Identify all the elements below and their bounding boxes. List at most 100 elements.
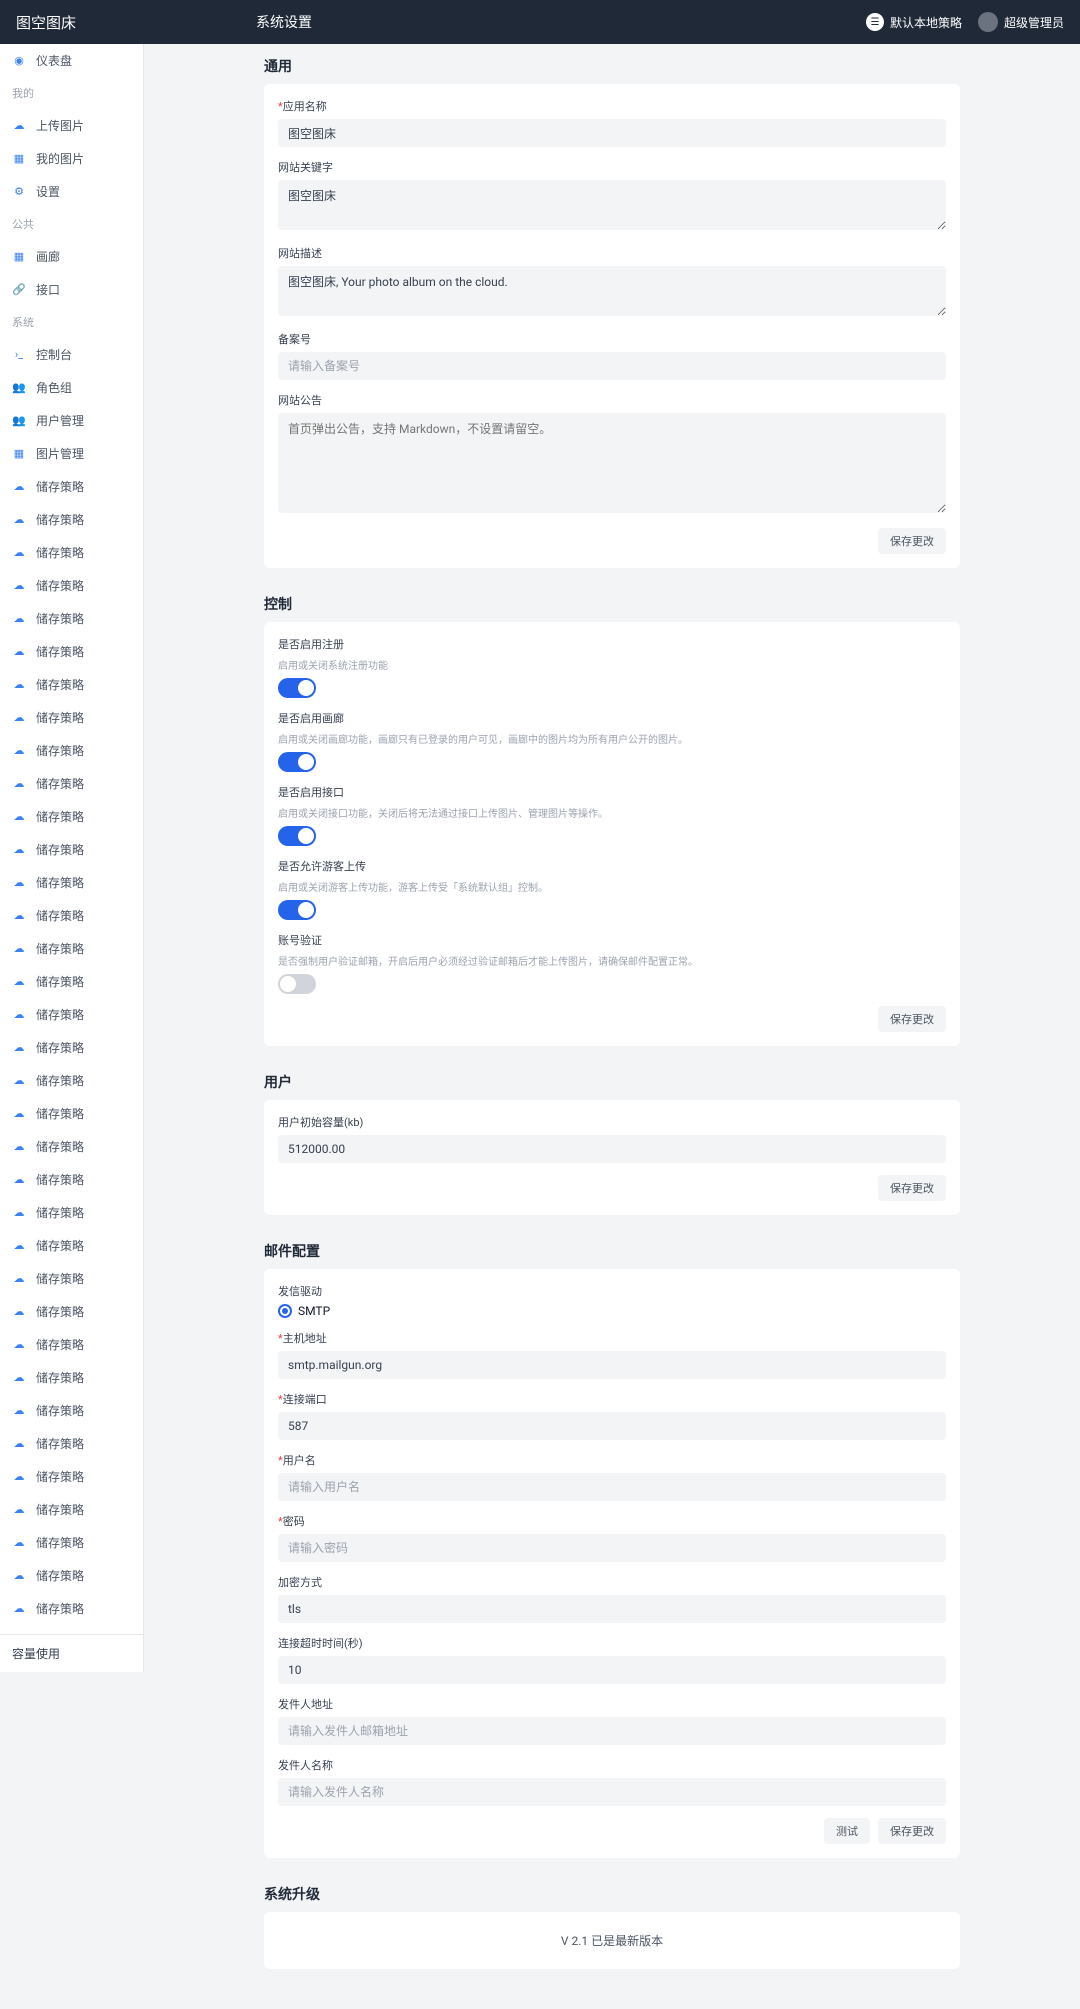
encrypt-input[interactable] [278,1595,946,1623]
gallery-label: 是否启用画廊 [278,710,946,726]
encrypt-label: 加密方式 [278,1574,946,1590]
nav-user-mgmt[interactable]: 👥用户管理 [0,404,143,437]
icp-label: 备案号 [278,331,946,347]
cloud-icon: ☁ [12,1404,26,1418]
from-name-input[interactable] [278,1778,946,1806]
cloud-icon: ☁ [12,1371,26,1385]
nav-storage[interactable]: ☁储存策略 [0,1559,143,1592]
header: 图空图床 系统设置 ☰ 默认本地策略 超级管理员 [0,0,1080,44]
nav-storage[interactable]: ☁储存策略 [0,932,143,965]
keywords-input[interactable]: 图空图床 [278,180,946,230]
nav-storage[interactable]: ☁储存策略 [0,998,143,1031]
keywords-label: 网站关键字 [278,159,946,175]
username-input[interactable] [278,1473,946,1501]
nav-storage[interactable]: ☁储存策略 [0,1163,143,1196]
nav-settings[interactable]: ⚙设置 [0,175,143,208]
nav-storage[interactable]: ☁储存策略 [0,1592,143,1625]
reg-toggle[interactable] [278,678,316,698]
icp-input[interactable] [278,352,946,380]
nav-storage[interactable]: ☁储存策略 [0,833,143,866]
link-icon: 🔗 [12,283,26,297]
nav-storage[interactable]: ☁储存策略 [0,569,143,602]
nav-storage[interactable]: ☁储存策略 [0,1064,143,1097]
nav-roles[interactable]: 👥角色组 [0,371,143,404]
timeout-input[interactable] [278,1656,946,1684]
nav-storage[interactable]: ☁储存策略 [0,1295,143,1328]
desc-label: 网站描述 [278,245,946,261]
from-addr-input[interactable] [278,1717,946,1745]
nav-storage[interactable]: ☁储存策略 [0,965,143,998]
cloud-icon: ☁ [12,1107,26,1121]
user-card: 用户初始容量(kb) 保存更改 [264,1100,960,1215]
port-label: *连接端口 [278,1391,946,1407]
smtp-radio[interactable]: SMTP [278,1304,946,1318]
general-save-button[interactable]: 保存更改 [878,528,946,554]
nav-storage[interactable]: ☁储存策略 [0,800,143,833]
nav-storage[interactable]: ☁储存策略 [0,701,143,734]
strategy-selector[interactable]: ☰ 默认本地策略 [866,13,962,31]
nav-storage[interactable]: ☁储存策略 [0,602,143,635]
mail-save-button[interactable]: 保存更改 [878,1818,946,1844]
nav-storage[interactable]: ☁储存策略 [0,1097,143,1130]
host-input[interactable] [278,1351,946,1379]
nav-storage[interactable]: ☁储存策略 [0,536,143,569]
general-card: *应用名称 网站关键字 图空图床 网站描述 图空图床, Your photo a… [264,84,960,568]
nav-upload[interactable]: ☁上传图片 [0,109,143,142]
cloud-icon: ☁ [12,843,26,857]
nav-storage[interactable]: ☁储存策略 [0,899,143,932]
nav-storage[interactable]: ☁储存策略 [0,1229,143,1262]
notice-label: 网站公告 [278,392,946,408]
nav-storage[interactable]: ☁储存策略 [0,635,143,668]
nav-storage[interactable]: ☁储存策略 [0,1196,143,1229]
desc-input[interactable]: 图空图床, Your photo album on the cloud. [278,266,946,316]
cloud-icon: ☁ [12,744,26,758]
nav-dashboard[interactable]: ◉仪表盘 [0,44,143,77]
nav-storage[interactable]: ☁储存策略 [0,734,143,767]
host-label: *主机地址 [278,1330,946,1346]
app-name-input[interactable] [278,119,946,147]
cloud-icon: ☁ [12,1041,26,1055]
control-save-button[interactable]: 保存更改 [878,1006,946,1032]
logo[interactable]: 图空图床 [16,12,136,33]
nav-gallery[interactable]: ▦画廊 [0,240,143,273]
nav-storage[interactable]: ☁储存策略 [0,1427,143,1460]
nav-storage[interactable]: ☁储存策略 [0,1031,143,1064]
api-toggle[interactable] [278,826,316,846]
nav-storage[interactable]: ☁储存策略 [0,1262,143,1295]
nav-storage[interactable]: ☁储存策略 [0,668,143,701]
capacity-label: 用户初始容量(kb) [278,1114,946,1130]
gallery-toggle[interactable] [278,752,316,772]
nav-image-mgmt[interactable]: ▦图片管理 [0,437,143,470]
user-save-button[interactable]: 保存更改 [878,1175,946,1201]
nav-api[interactable]: 🔗接口 [0,273,143,306]
password-input[interactable] [278,1534,946,1562]
nav-storage[interactable]: ☁储存策略 [0,767,143,800]
user-menu[interactable]: 超级管理员 [978,12,1064,32]
cloud-icon: ☁ [12,942,26,956]
mail-test-button[interactable]: 测试 [824,1818,870,1844]
nav-storage[interactable]: ☁储存策略 [0,1394,143,1427]
nav-storage[interactable]: ☁储存策略 [0,470,143,503]
gallery-desc: 启用或关闭画廊功能，画廊只有已登录的用户可见，画廊中的图片均为所有用户公开的图片… [278,731,946,746]
nav-storage[interactable]: ☁储存策略 [0,1460,143,1493]
nav-storage[interactable]: ☁储存策略 [0,1361,143,1394]
nav-storage[interactable]: ☁储存策略 [0,866,143,899]
nav-storage[interactable]: ☁储存策略 [0,1493,143,1526]
upload-icon: ☁ [12,119,26,133]
cloud-icon: ☁ [12,1470,26,1484]
cloud-icon: ☁ [12,1272,26,1286]
nav-storage[interactable]: ☁储存策略 [0,1328,143,1361]
nav-storage[interactable]: ☁储存策略 [0,1526,143,1559]
port-input[interactable] [278,1412,946,1440]
notice-input[interactable] [278,413,946,513]
guest-toggle[interactable] [278,900,316,920]
username-label: *用户名 [278,1452,946,1468]
cloud-icon: ☁ [12,1602,26,1616]
nav-storage[interactable]: ☁储存策略 [0,1130,143,1163]
radio-icon [278,1304,292,1318]
nav-console[interactable]: ›_控制台 [0,338,143,371]
verify-toggle[interactable] [278,974,316,994]
nav-my-images[interactable]: ▦我的图片 [0,142,143,175]
nav-storage[interactable]: ☁储存策略 [0,503,143,536]
capacity-input[interactable] [278,1135,946,1163]
